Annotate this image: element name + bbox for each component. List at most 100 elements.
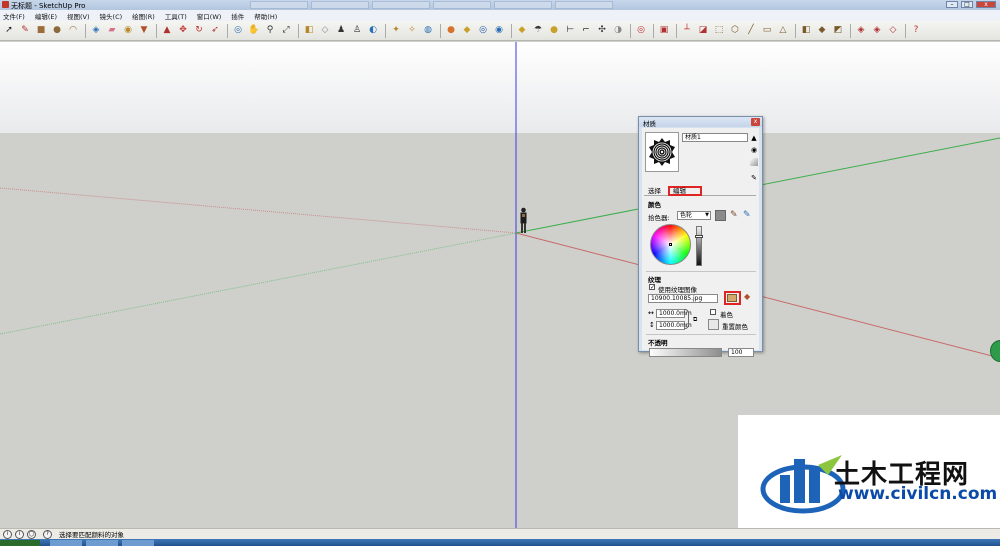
photo-texture-icon[interactable]: ◆ (460, 24, 474, 38)
geo-location-icon[interactable]: ◎ (476, 24, 490, 38)
iso-box-icon[interactable]: ◆ (815, 24, 829, 38)
fog-icon[interactable]: ☂ (531, 24, 545, 38)
scale-figure[interactable] (519, 207, 528, 234)
background-tab[interactable] (311, 1, 369, 9)
pan-icon[interactable]: ✋ (247, 24, 261, 38)
tape-measure-icon[interactable]: ◉ (121, 24, 135, 38)
menu-item[interactable]: 插件 (231, 11, 244, 21)
position-camera-icon[interactable]: ♟ (334, 24, 348, 38)
display-section-icon[interactable]: ┴ (680, 24, 694, 38)
axes-icon[interactable]: ✣ (595, 24, 609, 38)
opacity-value-field[interactable]: 100 (728, 348, 754, 357)
warehouse-icon[interactable]: ◍ (421, 24, 435, 38)
browse-texture-icon[interactable] (727, 294, 737, 302)
start-button[interactable] (0, 540, 40, 546)
taskbar-item[interactable] (50, 540, 82, 546)
right-view-icon[interactable]: ◈ (870, 24, 884, 38)
reset-color-label[interactable]: 重置颜色 (722, 321, 748, 331)
back-view-icon[interactable]: ◇ (886, 24, 900, 38)
google-earth-icon[interactable]: ● (444, 24, 458, 38)
default-material-icon[interactable] (750, 158, 758, 166)
edit-texture-icon[interactable]: ◆ (744, 292, 750, 301)
pencil-icon[interactable]: ✎ (18, 24, 32, 38)
menu-item[interactable]: 帮助(H) (254, 11, 277, 21)
color-picker-select[interactable]: 色轮 ▼ (677, 211, 711, 220)
create-material-icon[interactable]: ◉ (750, 146, 758, 154)
sample-paint-icon[interactable]: ✎ (750, 174, 758, 182)
follow-me-icon[interactable]: ➶ (208, 24, 222, 38)
background-tab[interactable] (555, 1, 613, 9)
front-view-icon[interactable]: ◈ (854, 24, 868, 38)
move-icon[interactable]: ✥ (176, 24, 190, 38)
iso-view-icon[interactable]: ◇ (318, 24, 332, 38)
background-tab[interactable] (494, 1, 552, 9)
credits-icon[interactable]: i (15, 529, 24, 539)
terrain-icon[interactable]: ◉ (492, 24, 506, 38)
background-tab[interactable] (250, 1, 308, 9)
section-fill-icon[interactable]: ◪ (696, 24, 710, 38)
wireframe-icon[interactable]: ⬡ (728, 24, 742, 38)
menu-item[interactable]: 文件(F) (3, 11, 25, 21)
minimize-button[interactable]: – (946, 1, 958, 8)
colorize-checkbox[interactable] (710, 309, 716, 315)
rectangle-icon[interactable]: ■ (34, 24, 48, 38)
materials-panel-titlebar[interactable]: 材质 x (639, 117, 762, 128)
section-cut-icon[interactable]: ▣ (657, 24, 671, 38)
geo-location-status-icon[interactable]: i (3, 529, 12, 539)
monochrome-icon[interactable]: ◧ (799, 24, 813, 38)
texture-file-field[interactable]: 10900.10085.jpg (648, 294, 718, 303)
hidden-line-icon[interactable]: ╱ (744, 24, 758, 38)
reset-color-swatch[interactable] (708, 319, 719, 330)
arc-icon[interactable]: ◠ (66, 24, 80, 38)
menu-item[interactable]: 窗口(W) (197, 11, 222, 21)
get-models-icon[interactable]: ✦ (389, 24, 403, 38)
sandbox-icon[interactable]: ◎ (634, 24, 648, 38)
close-button[interactable]: x (976, 1, 996, 8)
xray-icon[interactable]: ⬚ (712, 24, 726, 38)
taskbar-item[interactable] (86, 540, 118, 546)
link-aspect-icon[interactable] (684, 309, 689, 329)
background-tab[interactable] (372, 1, 430, 9)
match-color-on-screen-icon[interactable]: ✎ (743, 210, 751, 220)
menu-item[interactable]: 镜头(C) (100, 11, 123, 21)
circle-icon[interactable]: ● (50, 24, 64, 38)
dimension-icon[interactable]: ⊢ (563, 24, 577, 38)
menu-item[interactable]: 工具(T) (165, 11, 187, 21)
use-texture-checkbox[interactable]: ✓ (649, 284, 655, 291)
help-icon[interactable]: ? (909, 24, 923, 38)
section-plane-icon[interactable]: ● (547, 24, 561, 38)
share-model-icon[interactable]: ✧ (405, 24, 419, 38)
materials-panel-close-button[interactable]: x (751, 118, 760, 126)
brightness-slider-knob[interactable] (695, 235, 703, 238)
background-tab[interactable] (433, 1, 491, 9)
menu-item[interactable]: 视图(V) (67, 11, 90, 21)
tab-edit[interactable]: 编辑 (668, 186, 702, 196)
orbit-icon[interactable]: ◎ (231, 24, 245, 38)
material-name-field[interactable]: 材质1 (682, 133, 748, 142)
menu-item[interactable]: 编辑(E) (35, 11, 57, 21)
help-icon[interactable]: ? (43, 529, 52, 539)
match-color-in-model-icon[interactable]: ✎ (730, 210, 738, 220)
opacity-slider[interactable] (649, 348, 722, 357)
shadows-icon[interactable]: ◆ (515, 24, 529, 38)
texture-height-field[interactable]: 1000.0mm (656, 321, 692, 330)
shaded-texture-icon[interactable]: △ (776, 24, 790, 38)
zoom-extents-icon[interactable]: ⤢ (279, 24, 293, 38)
text-icon[interactable]: ⌐ (579, 24, 593, 38)
walk-icon[interactable]: ♙ (350, 24, 364, 38)
make-component-icon[interactable]: ◈ (89, 24, 103, 38)
push-pull-icon[interactable]: ▲ (160, 24, 174, 38)
previous-view-icon[interactable]: ◧ (302, 24, 316, 38)
taskbar-item[interactable] (122, 540, 154, 546)
color-wheel-marker[interactable] (669, 243, 672, 246)
zoom-icon[interactable]: ⚲ (263, 24, 277, 38)
look-around-icon[interactable]: ◐ (366, 24, 380, 38)
texture-width-field[interactable]: 1000.0mm (656, 309, 692, 318)
select-icon[interactable]: ➚ (2, 24, 16, 38)
chain-link-icon[interactable]: ⧉ (693, 316, 697, 324)
top-view-icon[interactable]: ◩ (831, 24, 845, 38)
eraser-icon[interactable]: ▰ (105, 24, 119, 38)
tab-select[interactable]: 选择 (648, 186, 661, 196)
user-icon[interactable]: ◯ (27, 529, 36, 539)
material-preview[interactable] (645, 132, 679, 172)
